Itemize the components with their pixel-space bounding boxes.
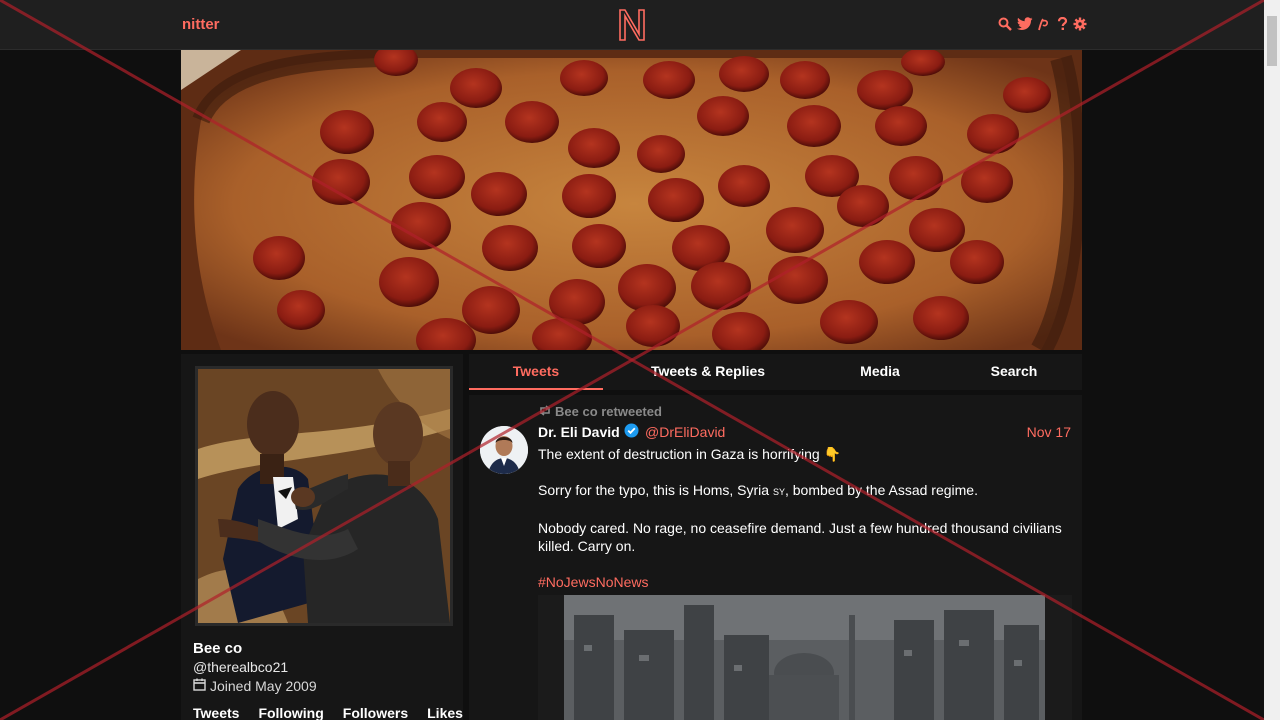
stat-likes[interactable]: Likes <box>427 705 463 720</box>
tweet-card[interactable]: Bee co retweeted Dr. Eli David @DrEliDav… <box>469 395 1082 720</box>
tweet-media-image[interactable] <box>564 595 1045 720</box>
retweet-label: Bee co retweeted <box>555 404 662 419</box>
tab-tweets[interactable]: Tweets <box>469 354 603 390</box>
twitter-icon[interactable] <box>1016 16 1033 32</box>
profile-banner-image[interactable] <box>181 50 1082 350</box>
tweet-media[interactable] <box>538 595 1072 720</box>
profile-avatar[interactable] <box>195 366 453 626</box>
profile-card: Bee co @therealbco21 Joined May 2009 Twe… <box>181 354 463 720</box>
profile-joined: Joined May 2009 <box>193 678 317 694</box>
tweet-author-handle[interactable]: @DrEliDavid <box>645 424 725 440</box>
profile-name[interactable]: Bee co <box>193 640 242 657</box>
tab-search[interactable]: Search <box>974 354 1054 390</box>
gear-icon[interactable] <box>1073 16 1087 32</box>
rss-icon[interactable] <box>1037 16 1051 32</box>
stat-followers[interactable]: Followers <box>343 705 408 720</box>
tweet-author-name[interactable]: Dr. Eli David <box>538 423 639 441</box>
tweet-text-line-2-suffix: , bombed by the Assad regime. <box>784 482 978 498</box>
stat-following[interactable]: Following <box>258 705 323 720</box>
navbar: nitter <box>0 0 1264 50</box>
tweet-text-line-2: Sorry for the typo, this is Homs, Syria … <box>538 481 1073 501</box>
tweet-text-line-2-prefix: Sorry for the typo, this is Homs, Syria <box>538 482 773 498</box>
brand-link[interactable]: nitter <box>182 16 220 33</box>
profile-handle[interactable]: @therealbco21 <box>193 659 288 675</box>
stat-tweets[interactable]: Tweets <box>193 705 239 720</box>
nitter-logo-icon[interactable] <box>617 8 647 42</box>
tweet-text-line-3: Nobody cared. No rage, no ceasefire dema… <box>538 520 1062 554</box>
tweet-text-line-1: The extent of destruction in Gaza is hor… <box>538 446 842 462</box>
tweet-author-name-text[interactable]: Dr. Eli David <box>538 424 620 440</box>
tab-tweets-replies[interactable]: Tweets & Replies <box>633 354 783 390</box>
profile-stats: Tweets Following Followers Likes <box>193 705 482 720</box>
calendar-icon <box>193 678 206 694</box>
syria-flag-icon: SY <box>772 487 785 497</box>
tweet-author-avatar[interactable] <box>480 426 528 474</box>
retweet-header: Bee co retweeted <box>538 404 662 419</box>
scrollbar-thumb[interactable] <box>1267 16 1277 66</box>
tweet-hashtag-link[interactable]: #NoJewsNoNews <box>538 573 1073 591</box>
timeline-tabs: Tweets Tweets & Replies Media Search <box>469 354 1082 390</box>
help-icon[interactable] <box>1055 16 1069 32</box>
profile-joined-text: Joined May 2009 <box>210 678 317 694</box>
verified-badge-icon <box>624 423 639 441</box>
tweet-body: The extent of destruction in Gaza is hor… <box>538 445 1073 609</box>
tweet-date[interactable]: Nov 17 <box>1027 424 1071 440</box>
tab-media[interactable]: Media <box>840 354 920 390</box>
retweet-icon <box>538 404 552 419</box>
page-scrollbar[interactable] <box>1264 0 1280 720</box>
nav-icons <box>998 16 1087 32</box>
search-icon[interactable] <box>998 16 1012 32</box>
